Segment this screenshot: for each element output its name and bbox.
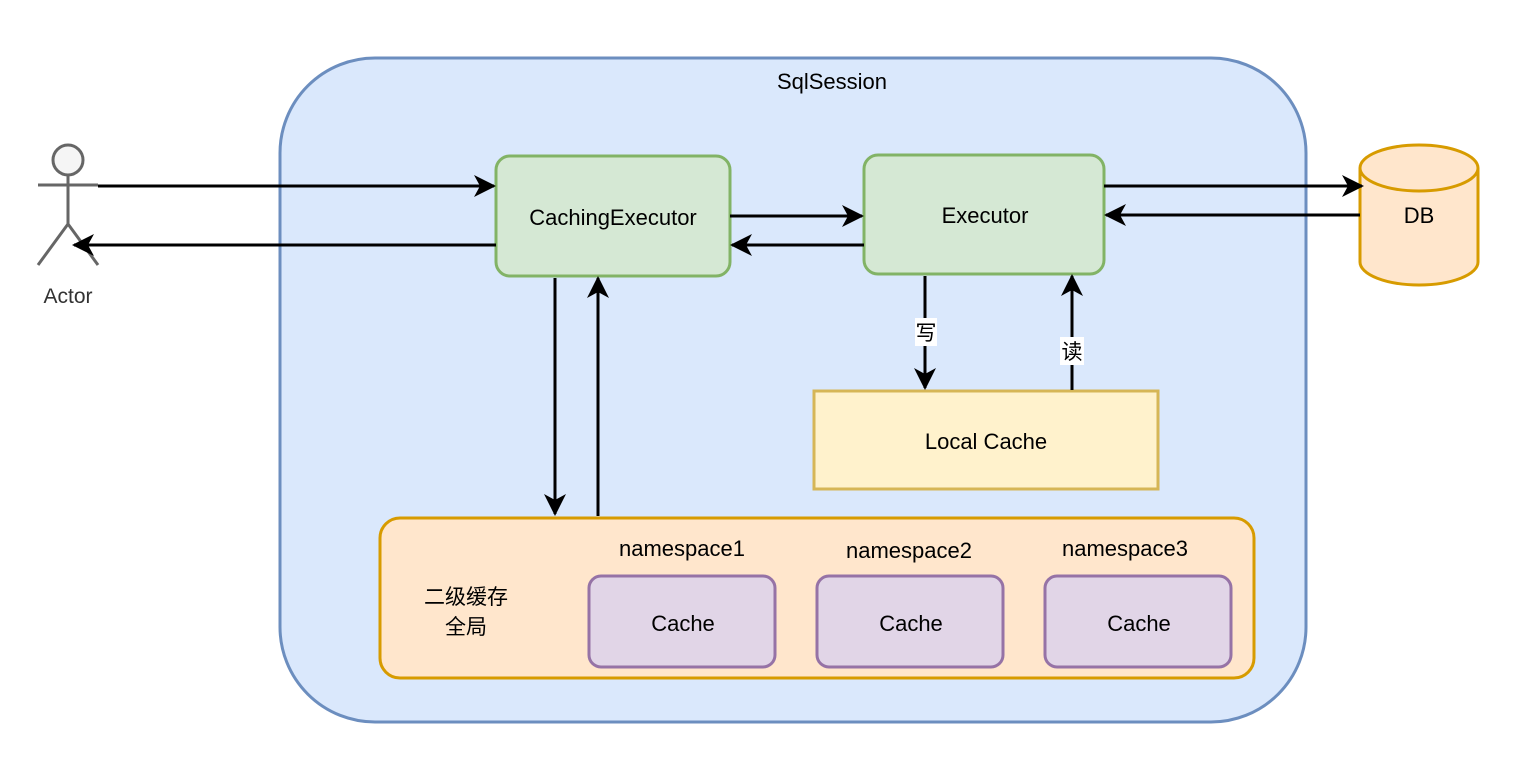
sqlsession-label: SqlSession xyxy=(777,69,887,94)
namespace3-label: namespace3 xyxy=(1062,536,1188,561)
actor-left-leg xyxy=(36,223,70,266)
actor-head xyxy=(51,143,85,177)
actor xyxy=(36,143,100,266)
namespace2-cache-label: Cache xyxy=(879,611,943,636)
write-label: 写 xyxy=(916,321,937,345)
db-label: DB xyxy=(1404,203,1435,228)
namespace1-cache-label: Cache xyxy=(651,611,715,636)
namespace3-cache-label: Cache xyxy=(1107,611,1171,636)
db-top xyxy=(1358,143,1480,193)
second-level-cache-label: 二级缓存 xyxy=(424,585,508,609)
caching-executor-label: CachingExecutor xyxy=(529,205,697,230)
namespace1-label: namespace1 xyxy=(619,536,745,561)
namespace2-label: namespace2 xyxy=(846,538,972,563)
mybatis-cache-diagram: SqlSession Actor CachingExecutor Executo… xyxy=(36,56,1480,724)
read-label: 读 xyxy=(1062,340,1083,364)
local-cache-label: Local Cache xyxy=(925,429,1047,454)
actor-label: Actor xyxy=(43,285,92,308)
executor-label: Executor xyxy=(942,203,1029,228)
second-level-scope-label: 全局 xyxy=(445,615,487,639)
